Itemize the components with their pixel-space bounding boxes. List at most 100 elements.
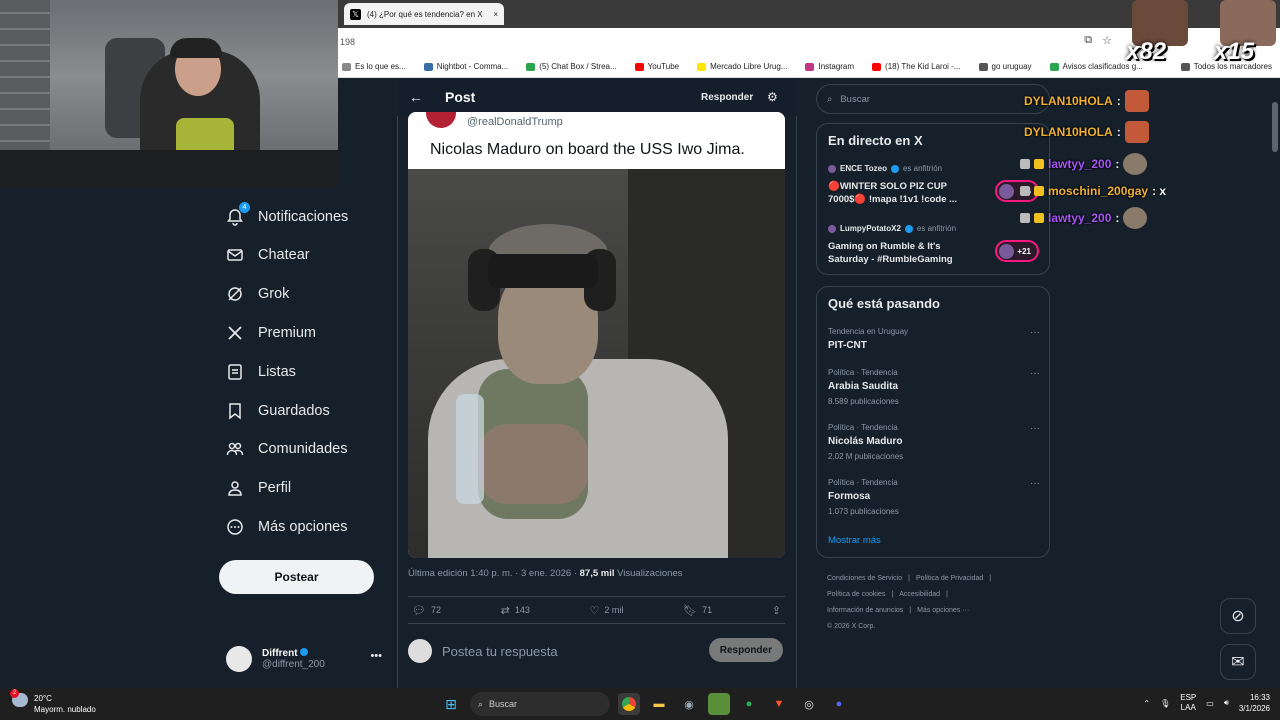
bookmark-label: (5) Chat Box / Strea... bbox=[539, 62, 617, 71]
bookmark-item[interactable]: Instagram bbox=[805, 62, 854, 71]
reply-composer: Postea tu respuesta Responder bbox=[408, 636, 785, 666]
more-dots-icon[interactable]: ··· bbox=[1030, 368, 1040, 379]
mod-badge-icon bbox=[1020, 213, 1030, 223]
share-action[interactable]: ⇪ bbox=[772, 604, 781, 617]
page-scrollbar[interactable] bbox=[1270, 80, 1280, 688]
live-listener-count[interactable]: +21 bbox=[995, 240, 1039, 262]
messages-fab[interactable]: ✉ bbox=[1220, 644, 1256, 680]
filter-icon[interactable]: ⚙ bbox=[767, 90, 778, 104]
like-count: 2 mil bbox=[604, 605, 624, 615]
live-host[interactable]: ENCE Tozeo es anfitrión bbox=[828, 164, 942, 173]
grok-fab[interactable]: ⊘ bbox=[1220, 598, 1256, 634]
install-icon[interactable]: ⧉ bbox=[1084, 34, 1092, 47]
bookmark-favicon-icon bbox=[526, 62, 536, 71]
reply-input[interactable]: Postea tu respuesta bbox=[442, 644, 558, 659]
more-dots-icon[interactable]: ··· bbox=[1030, 478, 1040, 489]
back-arrow-icon[interactable]: ← bbox=[409, 89, 423, 105]
star-icon[interactable]: ☆ bbox=[1102, 34, 1112, 47]
mail-icon: ✉ bbox=[1231, 654, 1245, 671]
nav-item-listas[interactable]: Listas bbox=[226, 357, 296, 387]
trend-item[interactable]: Tendencia en Uruguay PIT-CNT ··· bbox=[828, 327, 1040, 351]
chrome-icon[interactable] bbox=[618, 693, 640, 715]
brave-icon[interactable]: ▼ bbox=[768, 693, 790, 715]
more-dots-icon[interactable]: ••• bbox=[370, 650, 382, 662]
minecraft-icon[interactable] bbox=[708, 693, 730, 715]
footer-link[interactable]: Accesibilidad bbox=[899, 591, 940, 598]
nav-item-comunidades[interactable]: Comunidades bbox=[226, 434, 347, 464]
browser-tab[interactable]: 𝕏 (4) ¿Por qué es tendencia? en X × bbox=[344, 3, 504, 25]
profile-name: Diffrent bbox=[262, 648, 298, 659]
quoted-text: Nicolas Maduro on board the USS Iwo Jima… bbox=[430, 141, 745, 158]
more-dots-icon[interactable]: ··· bbox=[1030, 327, 1040, 338]
bookmark-action[interactable]: 🔖︎ 71 bbox=[683, 604, 712, 617]
grok-icon: ⊘ bbox=[1231, 608, 1245, 625]
footer-link[interactable]: Política de cookies bbox=[827, 591, 885, 598]
repost-action[interactable]: ⇄ 143 bbox=[501, 604, 530, 617]
nav-item-chatear[interactable]: Chatear bbox=[226, 240, 310, 270]
footer-link[interactable]: Política de Privacidad bbox=[916, 575, 983, 582]
nav-item-grok[interactable]: Grok bbox=[226, 279, 289, 309]
quoted-post-card[interactable]: @realDonaldTrump Nicolas Maduro on board… bbox=[408, 112, 785, 558]
nav-item-guardados[interactable]: Guardados bbox=[226, 396, 330, 426]
footer-separator: | bbox=[891, 591, 894, 598]
obs-icon[interactable]: ◎ bbox=[798, 693, 820, 715]
trend-item[interactable]: Política · Tendencia Nicolás Maduro 2,02 M… bbox=[828, 423, 1040, 461]
nav-item-premium[interactable]: Premium bbox=[226, 318, 316, 348]
bookmark-favicon-icon bbox=[1049, 62, 1059, 71]
quoted-avatar bbox=[426, 112, 456, 128]
reply-button[interactable]: Responder bbox=[708, 638, 783, 662]
search-input[interactable]: ⌕ Buscar bbox=[816, 84, 1050, 114]
chat-message: DYLAN10HOLA: bbox=[1024, 121, 1149, 143]
footer-link[interactable]: Condiciones de Servicio bbox=[827, 575, 902, 582]
trend-item[interactable]: Política · Tendencia Formosa 1.073 publica… bbox=[828, 478, 1040, 516]
volume-icon[interactable]: 🔊︎ bbox=[1224, 698, 1229, 708]
scroll-thumb[interactable] bbox=[1272, 102, 1278, 152]
repost-count: 143 bbox=[514, 605, 530, 615]
trend-item[interactable]: Política · Tendencia Arabia Saudita 8.589 … bbox=[828, 368, 1040, 406]
nav-item-m-s-opciones[interactable]: Más opciones bbox=[226, 512, 347, 542]
windows-start-icon[interactable]: ⊞ bbox=[440, 693, 462, 715]
bookmark-item[interactable]: Nightbot - Comma... bbox=[423, 62, 508, 71]
steam-icon[interactable]: ◉ bbox=[678, 693, 700, 715]
bookmark-item[interactable]: (18) The Kid Laroi -... bbox=[872, 62, 961, 71]
taskbar-search[interactable]: ⌕ Buscar bbox=[470, 692, 610, 716]
more-dots-icon[interactable]: ··· bbox=[1030, 423, 1040, 434]
chat-emote-icon bbox=[1123, 153, 1148, 175]
post-photo[interactable] bbox=[408, 169, 785, 558]
footer-link[interactable]: © 2026 X Corp. bbox=[827, 623, 875, 630]
footer-link[interactable]: Información de anuncios bbox=[827, 607, 903, 614]
bookmark-label: Instagram bbox=[818, 62, 855, 71]
folder-icon[interactable]: ▬ bbox=[648, 693, 670, 715]
clock[interactable]: 16:33 3/1/2026 bbox=[1239, 692, 1270, 714]
bookmark-item[interactable]: YouTube bbox=[634, 62, 679, 71]
post-button[interactable]: Postear bbox=[219, 560, 374, 594]
bookmark-item[interactable]: Mercado Libre Urug... bbox=[697, 62, 787, 71]
nav-item-perfil[interactable]: Perfil bbox=[226, 473, 291, 503]
weather-widget[interactable]: 2 20°C Mayorm. nublado bbox=[10, 689, 96, 715]
show-more-link[interactable]: Mostrar más bbox=[828, 535, 881, 546]
mail-icon bbox=[226, 246, 244, 264]
mic-icon[interactable]: 🎙︎ bbox=[1160, 699, 1170, 708]
verified-icon bbox=[890, 164, 899, 173]
live-host[interactable]: LumpyPotatoX2 es anfitrión bbox=[828, 224, 956, 233]
chevron-up-icon[interactable]: ⌃ bbox=[1143, 699, 1150, 708]
nav-item-notificaciones[interactable]: 4 Notificaciones bbox=[226, 202, 348, 232]
reply-action[interactable]: 💬︎ 72 bbox=[412, 604, 441, 617]
discord-icon[interactable]: ● bbox=[828, 693, 850, 715]
account-switcher[interactable]: Diffrent @diffrent_200 ••• bbox=[226, 642, 386, 676]
live-stream-title[interactable]: Gaming on Rumble & It's Saturday - #Rumb… bbox=[828, 240, 978, 266]
display-icon[interactable]: ▭ bbox=[1206, 699, 1214, 708]
bookmark-item[interactable]: (5) Chat Box / Strea... bbox=[526, 62, 617, 71]
x-favicon-icon: 𝕏 bbox=[350, 8, 361, 20]
sub-badge-icon bbox=[1034, 159, 1044, 169]
footer-link[interactable]: Más opciones ··· bbox=[917, 607, 969, 614]
language-indicator[interactable]: ESP LAA bbox=[1180, 693, 1196, 713]
tab-close-icon[interactable]: × bbox=[493, 10, 498, 19]
header-reply-link[interactable]: Responder bbox=[701, 92, 753, 103]
bookmark-item[interactable]: Es lo que es... bbox=[342, 62, 406, 71]
live-stream-title[interactable]: 🔴WINTER SOLO PIZ CUP 7000$🔴 !mapa !1v1 !… bbox=[828, 180, 978, 206]
system-tray: ⌃ 🎙︎ ESP LAA ▭ 🔊︎ 16:33 3/1/2026 bbox=[1143, 692, 1270, 714]
bookmark-item[interactable]: go uruguay bbox=[978, 62, 1032, 71]
like-action[interactable]: ♡ 2 mil bbox=[590, 604, 624, 617]
spotify-icon[interactable]: ● bbox=[738, 693, 760, 715]
